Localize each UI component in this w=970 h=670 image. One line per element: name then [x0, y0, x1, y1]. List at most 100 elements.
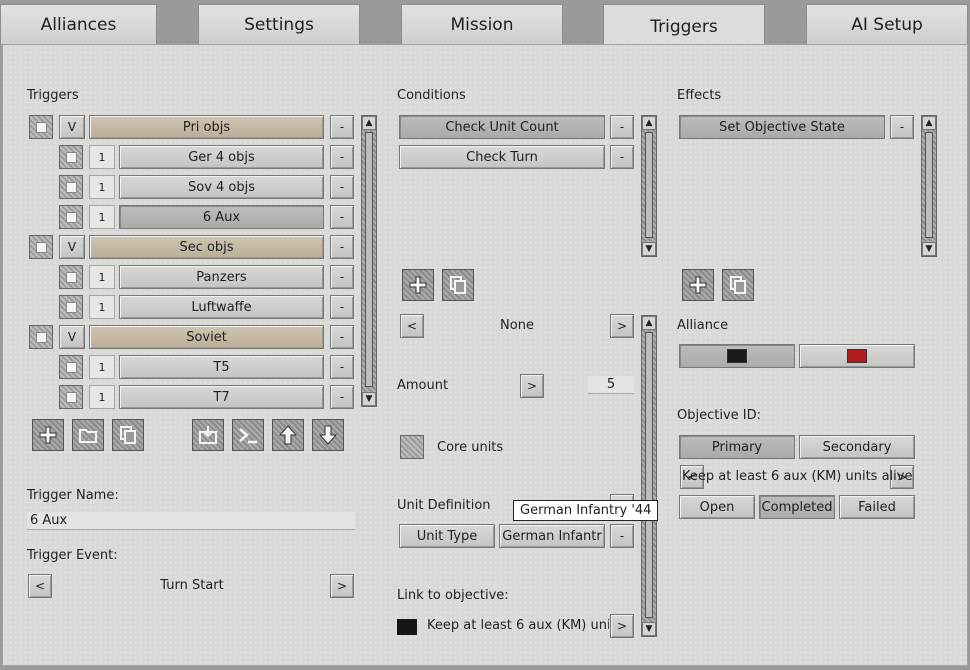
- checkbox-mark: [65, 181, 77, 193]
- trigger-enabled-checkbox[interactable]: [59, 265, 83, 289]
- condition-item[interactable]: Check Unit Count: [399, 115, 605, 139]
- group-toggle-button[interactable]: V: [59, 325, 85, 349]
- remove-trigger-button[interactable]: -: [330, 205, 354, 229]
- conditions-scrollbar[interactable]: ▲ ▼: [641, 115, 657, 257]
- unit-type-button[interactable]: Unit Type: [399, 524, 495, 548]
- alliance-label: Alliance: [677, 318, 729, 333]
- remove-trigger-button[interactable]: -: [330, 175, 354, 199]
- scroll-up-icon[interactable]: ▲: [362, 116, 376, 130]
- scroll-down-icon[interactable]: ▼: [642, 622, 656, 636]
- trigger-enabled-checkbox[interactable]: [59, 145, 83, 169]
- scroll-thumb[interactable]: [645, 332, 653, 618]
- remove-trigger-button[interactable]: -: [330, 115, 354, 139]
- trigger-item[interactable]: Panzers: [119, 265, 324, 289]
- tab-mission[interactable]: Mission: [401, 4, 563, 44]
- trigger-group-item[interactable]: Sec objs: [89, 235, 324, 259]
- trigger-enabled-checkbox[interactable]: [59, 205, 83, 229]
- move-up-button[interactable]: [272, 419, 304, 451]
- trigger-enabled-checkbox[interactable]: [29, 325, 53, 349]
- effects-scrollbar[interactable]: ▲ ▼: [921, 115, 937, 257]
- add-folder-button[interactable]: [72, 419, 104, 451]
- trigger-enabled-checkbox[interactable]: [59, 385, 83, 409]
- condition-item[interactable]: Check Turn: [399, 145, 605, 169]
- tab-settings[interactable]: Settings: [198, 4, 360, 44]
- import-button[interactable]: [192, 419, 224, 451]
- tab-ai-setup[interactable]: AI Setup: [806, 4, 968, 44]
- secondary-button[interactable]: Secondary: [799, 435, 915, 459]
- checkbox-mark: [65, 391, 77, 403]
- remove-trigger-button[interactable]: -: [330, 235, 354, 259]
- core-units-label: Core units: [437, 440, 504, 455]
- scroll-down-icon[interactable]: ▼: [922, 242, 936, 256]
- remove-effect-button[interactable]: -: [890, 115, 914, 139]
- scroll-down-icon[interactable]: ▼: [362, 392, 376, 406]
- copy-condition-button[interactable]: [442, 269, 474, 301]
- state-completed-button[interactable]: Completed: [759, 495, 835, 519]
- add-trigger-button[interactable]: [32, 419, 64, 451]
- trigger-order-number: 1: [89, 385, 115, 409]
- console-button[interactable]: [232, 419, 264, 451]
- state-open-button[interactable]: Open: [679, 495, 755, 519]
- copy-effect-button[interactable]: [722, 269, 754, 301]
- amount-input[interactable]: 5: [588, 376, 634, 394]
- scroll-down-icon[interactable]: ▼: [642, 242, 656, 256]
- trigger-order-number: 1: [89, 145, 115, 169]
- trigger-event-value: Turn Start: [160, 578, 224, 593]
- condition-details-scrollbar[interactable]: ▲ ▼: [641, 315, 657, 637]
- remove-trigger-button[interactable]: -: [330, 265, 354, 289]
- alliance-2-button[interactable]: [799, 344, 915, 368]
- trigger-item[interactable]: Sov 4 objs: [119, 175, 324, 199]
- scroll-thumb[interactable]: [925, 132, 933, 238]
- effect-item[interactable]: Set Objective State: [679, 115, 885, 139]
- trigger-enabled-checkbox[interactable]: [29, 115, 53, 139]
- remove-trigger-button[interactable]: -: [330, 325, 354, 349]
- trigger-enabled-checkbox[interactable]: [29, 235, 53, 259]
- remove-trigger-button[interactable]: -: [330, 295, 354, 319]
- remove-condition-button[interactable]: -: [610, 145, 634, 169]
- trigger-enabled-checkbox[interactable]: [59, 355, 83, 379]
- tab-triggers[interactable]: Triggers: [603, 4, 765, 48]
- trigger-item[interactable]: Ger 4 objs: [119, 145, 324, 169]
- tab-alliances[interactable]: Alliances: [0, 4, 157, 44]
- event-next-button[interactable]: >: [330, 574, 354, 598]
- checkbox-mark: [65, 301, 77, 313]
- scroll-thumb[interactable]: [645, 132, 653, 238]
- alliance-1-button[interactable]: [679, 344, 795, 368]
- trigger-list-scrollbar[interactable]: ▲ ▼: [361, 115, 377, 407]
- remove-unit-button[interactable]: -: [610, 524, 634, 548]
- copy-trigger-button[interactable]: [112, 419, 144, 451]
- trigger-item[interactable]: Luftwaffe: [119, 295, 324, 319]
- remove-trigger-button[interactable]: -: [330, 145, 354, 169]
- unit-select-button[interactable]: German Infantr: [499, 524, 605, 548]
- scroll-up-icon[interactable]: ▲: [642, 116, 656, 130]
- trigger-group-item[interactable]: Soviet: [89, 325, 324, 349]
- condition-next-button[interactable]: >: [610, 314, 634, 338]
- scroll-up-icon[interactable]: ▲: [922, 116, 936, 130]
- trigger-name-input[interactable]: 6 Aux: [27, 512, 355, 530]
- remove-trigger-button[interactable]: -: [330, 355, 354, 379]
- group-toggle-button[interactable]: V: [59, 115, 85, 139]
- event-prev-button[interactable]: <: [28, 574, 52, 598]
- remove-trigger-button[interactable]: -: [330, 385, 354, 409]
- amount-increase-button[interactable]: >: [520, 374, 544, 398]
- scroll-thumb[interactable]: [365, 132, 373, 387]
- add-effect-button[interactable]: [682, 269, 714, 301]
- trigger-enabled-checkbox[interactable]: [59, 175, 83, 199]
- scroll-up-icon[interactable]: ▲: [642, 316, 656, 330]
- trigger-enabled-checkbox[interactable]: [59, 295, 83, 319]
- core-units-checkbox[interactable]: [400, 435, 424, 459]
- trigger-item[interactable]: T7: [119, 385, 324, 409]
- add-condition-button[interactable]: [402, 269, 434, 301]
- trigger-order-number: 1: [89, 355, 115, 379]
- primary-button[interactable]: Primary: [679, 435, 795, 459]
- link-objective-next-button[interactable]: >: [610, 614, 634, 638]
- remove-condition-button[interactable]: -: [610, 115, 634, 139]
- trigger-item[interactable]: T5: [119, 355, 324, 379]
- state-failed-button[interactable]: Failed: [839, 495, 915, 519]
- group-toggle-button[interactable]: V: [59, 235, 85, 259]
- trigger-order-number: 1: [89, 295, 115, 319]
- trigger-group-item[interactable]: Pri objs: [89, 115, 324, 139]
- trigger-item[interactable]: 6 Aux: [119, 205, 324, 229]
- condition-prev-button[interactable]: <: [400, 314, 424, 338]
- move-down-button[interactable]: [312, 419, 344, 451]
